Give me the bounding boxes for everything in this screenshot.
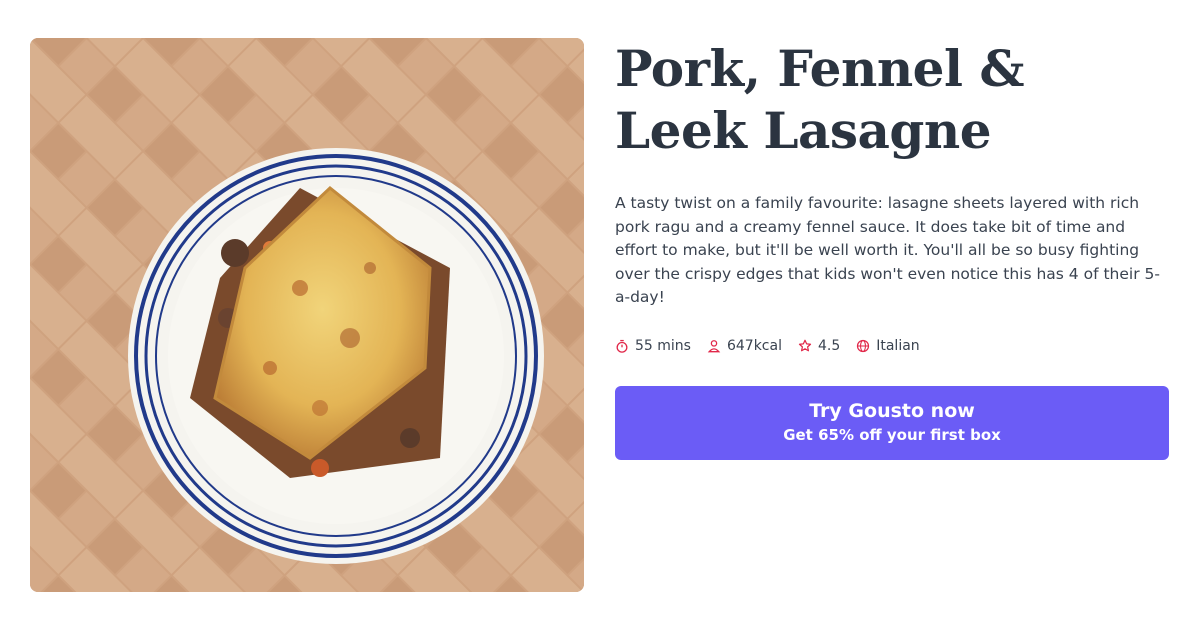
recipe-details: Pork, Fennel & Leek Lasagne A tasty twis… (615, 38, 1170, 460)
person-icon (707, 339, 721, 353)
meta-time-label: 55 mins (635, 337, 691, 354)
meta-cuisine-label: Italian (876, 337, 920, 354)
try-gousto-button[interactable]: Try Gousto now Get 65% off your first bo… (615, 385, 1169, 460)
meta-time: 55 mins (615, 338, 691, 354)
meta-rating: 4.5 (798, 338, 840, 354)
recipe-title: Pork, Fennel & Leek Lasagne (615, 39, 1025, 160)
meta-calories: 647kcal (707, 338, 782, 354)
recipe-description: A tasty twist on a family favourite: las… (615, 194, 1160, 306)
meta-calories-label: 647kcal (726, 337, 782, 354)
meta-rating-label: 4.5 (817, 337, 841, 354)
meta-cuisine: Italian (856, 337, 920, 354)
globe-icon (856, 339, 870, 353)
recipe-image (30, 38, 584, 592)
star-icon (798, 339, 812, 353)
cta-main-label: Try Gousto now (809, 400, 975, 422)
timer-icon (615, 339, 629, 353)
recipe-meta: 55 mins 647kcal 4.5 Italian (615, 338, 1170, 354)
cta-sub-label: Get 65% off your first box (783, 426, 1001, 444)
